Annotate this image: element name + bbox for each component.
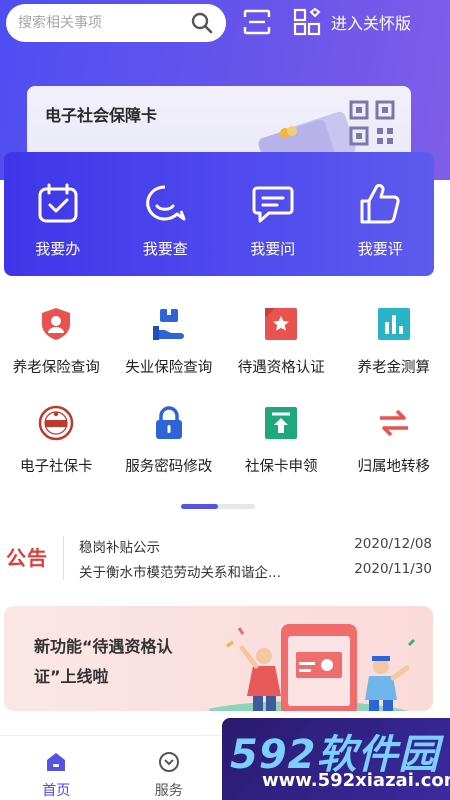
service-qualification-cert[interactable]: 待遇资格认证 bbox=[225, 306, 338, 377]
page-indicator-active bbox=[181, 504, 218, 509]
bar-chart-icon bbox=[377, 308, 410, 340]
service-password-change[interactable]: 服务密码修改 bbox=[113, 405, 226, 476]
service-grid-row-1: 养老保险查询 失业保险查询 待遇资格认证 养老金测算 bbox=[0, 306, 450, 377]
service-pension-query[interactable]: 养老保险查询 bbox=[0, 306, 113, 377]
notice-title: 关于衡水市模范劳动关系和谐企... bbox=[79, 565, 281, 581]
care-mode-label: 进入关怀版 bbox=[331, 14, 412, 33]
service-card-apply[interactable]: 社保卡申领 bbox=[225, 405, 338, 476]
tab-label: 首页 bbox=[42, 783, 71, 799]
service-label: 电子社保卡 bbox=[20, 459, 93, 475]
page-indicator bbox=[181, 504, 255, 509]
search-input[interactable] bbox=[18, 15, 190, 31]
divider bbox=[63, 536, 64, 580]
action-rate[interactable]: 我要评 bbox=[327, 152, 435, 276]
service-label: 养老保险查询 bbox=[12, 360, 100, 376]
thumbs-up-icon bbox=[360, 183, 400, 224]
search-chat-icon bbox=[146, 185, 186, 221]
home-icon bbox=[47, 753, 66, 771]
notice-item[interactable]: 稳岗补贴公示 2020/12/08 bbox=[79, 536, 439, 556]
star-flag-icon bbox=[265, 308, 298, 340]
notice-date: 2020/11/30 bbox=[354, 561, 432, 577]
tab-home[interactable]: 首页 bbox=[0, 736, 113, 800]
service-label: 失业保险查询 bbox=[125, 360, 213, 376]
service-label: 归属地转移 bbox=[357, 459, 431, 475]
quick-action-bar: 我要办 我要查 我要问 我要评 bbox=[4, 152, 434, 276]
service-icon bbox=[158, 752, 179, 772]
qr-code-icon[interactable] bbox=[349, 100, 395, 146]
search-bar[interactable] bbox=[6, 4, 226, 42]
notice-item[interactable]: 关于衡水市模范劳动关系和谐企... 2020/11/30 bbox=[79, 561, 439, 581]
service-unemployment-query[interactable]: 失业保险查询 bbox=[113, 306, 226, 377]
search-icon[interactable] bbox=[190, 11, 214, 35]
chat-bubble-icon bbox=[252, 186, 294, 223]
service-location-transfer[interactable]: 归属地转移 bbox=[338, 405, 450, 476]
service-label: 养老金测算 bbox=[357, 360, 431, 376]
care-mode-button[interactable]: 进入关怀版 bbox=[293, 8, 411, 36]
transfer-arrows-icon bbox=[379, 409, 408, 437]
feature-banner[interactable]: 新功能“待遇资格认证”上线啦 bbox=[4, 606, 433, 711]
service-pension-calc[interactable]: 养老金测算 bbox=[338, 306, 450, 377]
service-label: 社保卡申领 bbox=[245, 459, 318, 475]
service-e-card[interactable]: 电子社保卡 bbox=[0, 405, 113, 476]
hand-box-icon bbox=[152, 309, 184, 340]
action-label: 我要评 bbox=[357, 240, 403, 258]
service-label: 服务密码修改 bbox=[125, 459, 213, 475]
upload-card-icon bbox=[265, 407, 298, 439]
notice-title: 稳岗补贴公示 bbox=[79, 540, 160, 556]
action-label: 我要办 bbox=[35, 240, 81, 258]
notice-date: 2020/12/08 bbox=[354, 536, 432, 552]
emblem-icon bbox=[39, 405, 74, 441]
shield-user-icon bbox=[42, 308, 71, 340]
action-label: 我要问 bbox=[250, 240, 296, 258]
watermark: 592软件园 www.592xiazai.com bbox=[222, 718, 450, 800]
notice-logo: 公告 bbox=[6, 546, 48, 570]
watermark-url: www.592xiazai.com bbox=[262, 770, 450, 791]
action-todo[interactable]: 我要办 bbox=[4, 152, 112, 276]
grid-apps-icon bbox=[293, 8, 321, 36]
celebration-illustration-icon bbox=[209, 624, 416, 711]
action-ask[interactable]: 我要问 bbox=[219, 152, 327, 276]
tab-services[interactable]: 服务 bbox=[113, 736, 226, 800]
service-label: 待遇资格认证 bbox=[237, 360, 325, 376]
scan-icon[interactable] bbox=[243, 9, 271, 35]
banner-text: 新功能“待遇资格认证”上线啦 bbox=[34, 637, 173, 686]
calendar-check-icon bbox=[38, 183, 78, 223]
tab-label: 服务 bbox=[154, 783, 183, 799]
action-query[interactable]: 我要查 bbox=[112, 152, 220, 276]
lock-icon bbox=[155, 406, 182, 439]
action-label: 我要查 bbox=[142, 240, 188, 258]
notice-section: 公告 稳岗补贴公示 2020/12/08 关于衡水市模范劳动关系和谐企... 2… bbox=[0, 530, 450, 586]
service-grid-row-2: 电子社保卡 服务密码修改 社保卡申领 归属地转移 bbox=[0, 405, 450, 476]
card-title: 电子社会保障卡 bbox=[45, 106, 158, 125]
